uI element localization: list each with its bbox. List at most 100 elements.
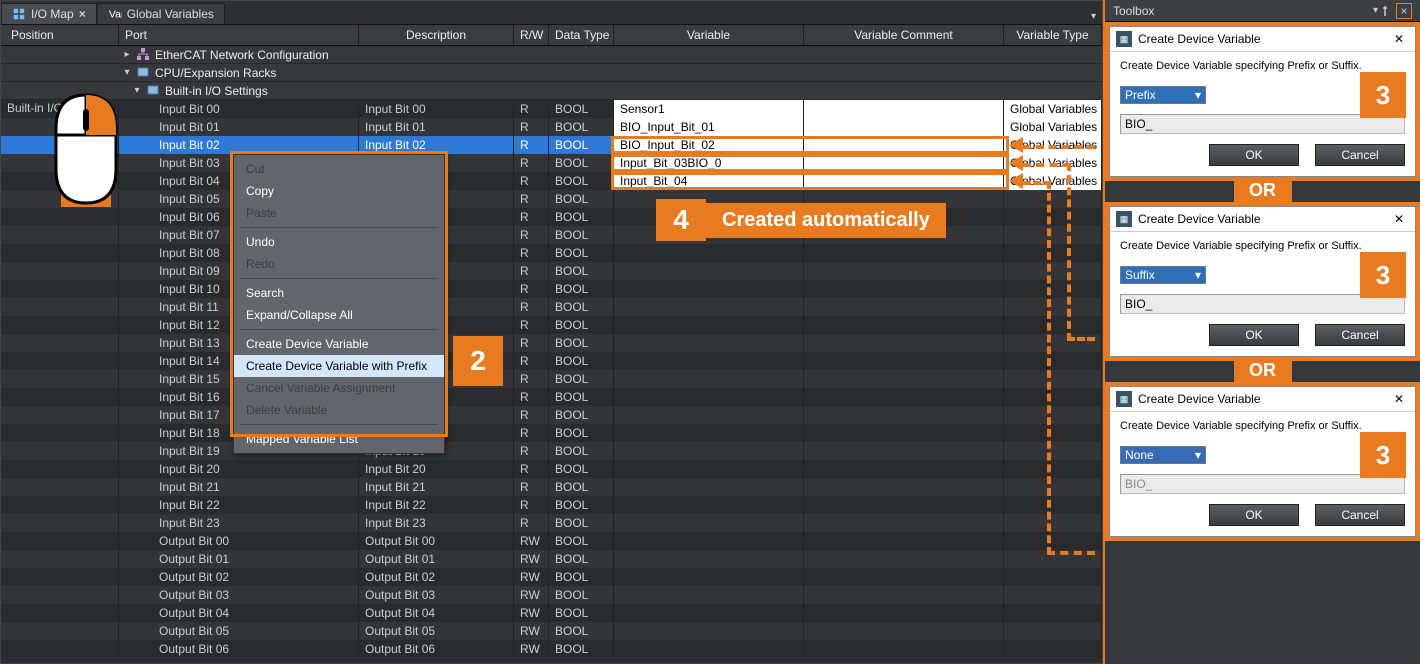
table-row[interactable]: Output Bit 00Output Bit 00RWBOOL xyxy=(1,532,1102,550)
cell-comment[interactable] xyxy=(804,352,1004,370)
collapse-icon[interactable]: ▾ xyxy=(131,85,143,96)
cell-vartype[interactable] xyxy=(1004,352,1102,370)
table-row[interactable]: Output Bit 01Output Bit 01RWBOOL xyxy=(1,550,1102,568)
cell-variable[interactable] xyxy=(614,586,804,604)
table-row[interactable]: Output Bit 06Output Bit 06RWBOOL xyxy=(1,640,1102,658)
menu-expand-collapse[interactable]: Expand/Collapse All xyxy=(234,304,444,326)
tabs-dropdown-icon[interactable]: ▾ xyxy=(1085,9,1102,24)
table-row[interactable]: Input Bit 09RBOOL xyxy=(1,262,1102,280)
menu-undo[interactable]: Undo xyxy=(234,231,444,253)
cell-variable[interactable] xyxy=(614,298,804,316)
cell-variable[interactable] xyxy=(614,280,804,298)
table-row[interactable]: Input Bit 04RBOOLInput_Bit_04Global Vari… xyxy=(1,172,1102,190)
grid-body[interactable]: ▸ EtherCAT Network Configuration ▾ CPU/E… xyxy=(1,46,1102,663)
cell-vartype[interactable] xyxy=(1004,208,1102,226)
table-row[interactable]: Output Bit 02Output Bit 02RWBOOL xyxy=(1,568,1102,586)
table-row[interactable]: Input Bit 14RBOOL xyxy=(1,352,1102,370)
table-row[interactable]: Input Bit 20Input Bit 20RBOOL xyxy=(1,460,1102,478)
cell-vartype[interactable] xyxy=(1004,244,1102,262)
pin-icon[interactable] xyxy=(1378,4,1392,18)
cell-comment[interactable] xyxy=(804,100,1004,118)
cell-vartype[interactable] xyxy=(1004,568,1102,586)
table-row[interactable]: Input Bit 22Input Bit 22RBOOL xyxy=(1,496,1102,514)
close-icon[interactable]: ✕ xyxy=(1389,32,1409,46)
cell-variable[interactable] xyxy=(614,334,804,352)
cell-comment[interactable] xyxy=(804,154,1004,172)
cell-vartype[interactable] xyxy=(1004,622,1102,640)
cell-vartype[interactable] xyxy=(1004,496,1102,514)
cell-variable[interactable] xyxy=(614,604,804,622)
cell-comment[interactable] xyxy=(804,424,1004,442)
table-row[interactable]: Input Bit 15RBOOL xyxy=(1,370,1102,388)
menu-create-device-variable[interactable]: Create Device Variable xyxy=(234,333,444,355)
cell-comment[interactable] xyxy=(804,172,1004,190)
cell-variable[interactable] xyxy=(614,406,804,424)
table-row[interactable]: Input Bit 11RBOOL xyxy=(1,298,1102,316)
cell-variable[interactable] xyxy=(614,424,804,442)
cell-comment[interactable] xyxy=(804,532,1004,550)
cell-comment[interactable] xyxy=(804,136,1004,154)
table-row[interactable]: Input Bit 08RBOOL xyxy=(1,244,1102,262)
cell-variable[interactable] xyxy=(614,388,804,406)
ok-button[interactable]: OK xyxy=(1209,144,1299,166)
menu-mapped-variable-list[interactable]: Mapped Variable List xyxy=(234,428,444,450)
cell-vartype[interactable] xyxy=(1004,640,1102,658)
cell-variable[interactable] xyxy=(614,568,804,586)
cell-vartype[interactable]: Global Variables xyxy=(1004,118,1102,136)
cell-comment[interactable] xyxy=(804,334,1004,352)
close-icon[interactable]: × xyxy=(79,7,86,21)
cell-vartype[interactable] xyxy=(1004,586,1102,604)
cell-variable[interactable]: Input_Bit_03BIO_0 xyxy=(614,154,804,172)
col-description[interactable]: Description xyxy=(359,25,514,45)
cell-variable[interactable] xyxy=(614,532,804,550)
tree-builtin[interactable]: ▾ Built-in I/O Settings xyxy=(1,82,1102,100)
cell-variable[interactable] xyxy=(614,352,804,370)
cell-comment[interactable] xyxy=(804,370,1004,388)
cell-variable[interactable]: BIO_Input_Bit_02 xyxy=(614,136,804,154)
cell-vartype[interactable] xyxy=(1004,280,1102,298)
cell-vartype[interactable] xyxy=(1004,460,1102,478)
cell-comment[interactable] xyxy=(804,550,1004,568)
table-row[interactable]: Input Bit 01Input Bit 01RBOOLBIO_Input_B… xyxy=(1,118,1102,136)
prefix-suffix-select[interactable]: Suffix▾ xyxy=(1120,266,1206,284)
close-panel-icon[interactable]: × xyxy=(1396,3,1412,19)
collapse-icon[interactable]: ▾ xyxy=(121,67,133,78)
ok-button[interactable]: OK xyxy=(1209,504,1299,526)
tree-ethercat[interactable]: ▸ EtherCAT Network Configuration xyxy=(1,46,1102,64)
cell-comment[interactable] xyxy=(804,640,1004,658)
col-variable[interactable]: Variable xyxy=(614,25,804,45)
cell-vartype[interactable] xyxy=(1004,478,1102,496)
col-rw[interactable]: R/W xyxy=(514,25,549,45)
menu-create-device-variable-prefix[interactable]: Create Device Variable with Prefix xyxy=(234,355,444,377)
table-row[interactable]: Input Bit 19Input Bit 19RBOOL xyxy=(1,442,1102,460)
cell-comment[interactable] xyxy=(804,568,1004,586)
table-row[interactable]: Input Bit 16RBOOL xyxy=(1,388,1102,406)
cell-variable[interactable]: Sensor1 xyxy=(614,100,804,118)
cell-comment[interactable] xyxy=(804,406,1004,424)
cell-vartype[interactable] xyxy=(1004,424,1102,442)
cell-variable[interactable] xyxy=(614,550,804,568)
cell-comment[interactable] xyxy=(804,118,1004,136)
tab-global-variables[interactable]: Var Global Variables xyxy=(97,3,225,24)
cell-vartype[interactable] xyxy=(1004,604,1102,622)
cell-comment[interactable] xyxy=(804,316,1004,334)
cell-vartype[interactable] xyxy=(1004,532,1102,550)
close-icon[interactable]: ✕ xyxy=(1389,212,1409,226)
cell-variable[interactable] xyxy=(614,370,804,388)
close-icon[interactable]: ✕ xyxy=(1389,392,1409,406)
ok-button[interactable]: OK xyxy=(1209,324,1299,346)
cell-comment[interactable] xyxy=(804,262,1004,280)
cell-comment[interactable] xyxy=(804,442,1004,460)
menu-copy[interactable]: Copy xyxy=(234,180,444,202)
cell-comment[interactable] xyxy=(804,496,1004,514)
table-row[interactable]: Input Bit 23Input Bit 23RBOOL xyxy=(1,514,1102,532)
cell-variable[interactable] xyxy=(614,460,804,478)
table-row[interactable]: Input Bit 18RBOOL xyxy=(1,424,1102,442)
cell-variable[interactable] xyxy=(614,316,804,334)
table-row[interactable]: Input Bit 17RBOOL xyxy=(1,406,1102,424)
cell-vartype[interactable] xyxy=(1004,442,1102,460)
table-row[interactable]: Input Bit 02Input Bit 02RBOOLBIO_Input_B… xyxy=(1,136,1102,154)
cell-vartype[interactable] xyxy=(1004,514,1102,532)
cell-vartype[interactable] xyxy=(1004,262,1102,280)
cell-vartype[interactable]: Global Variables xyxy=(1004,100,1102,118)
